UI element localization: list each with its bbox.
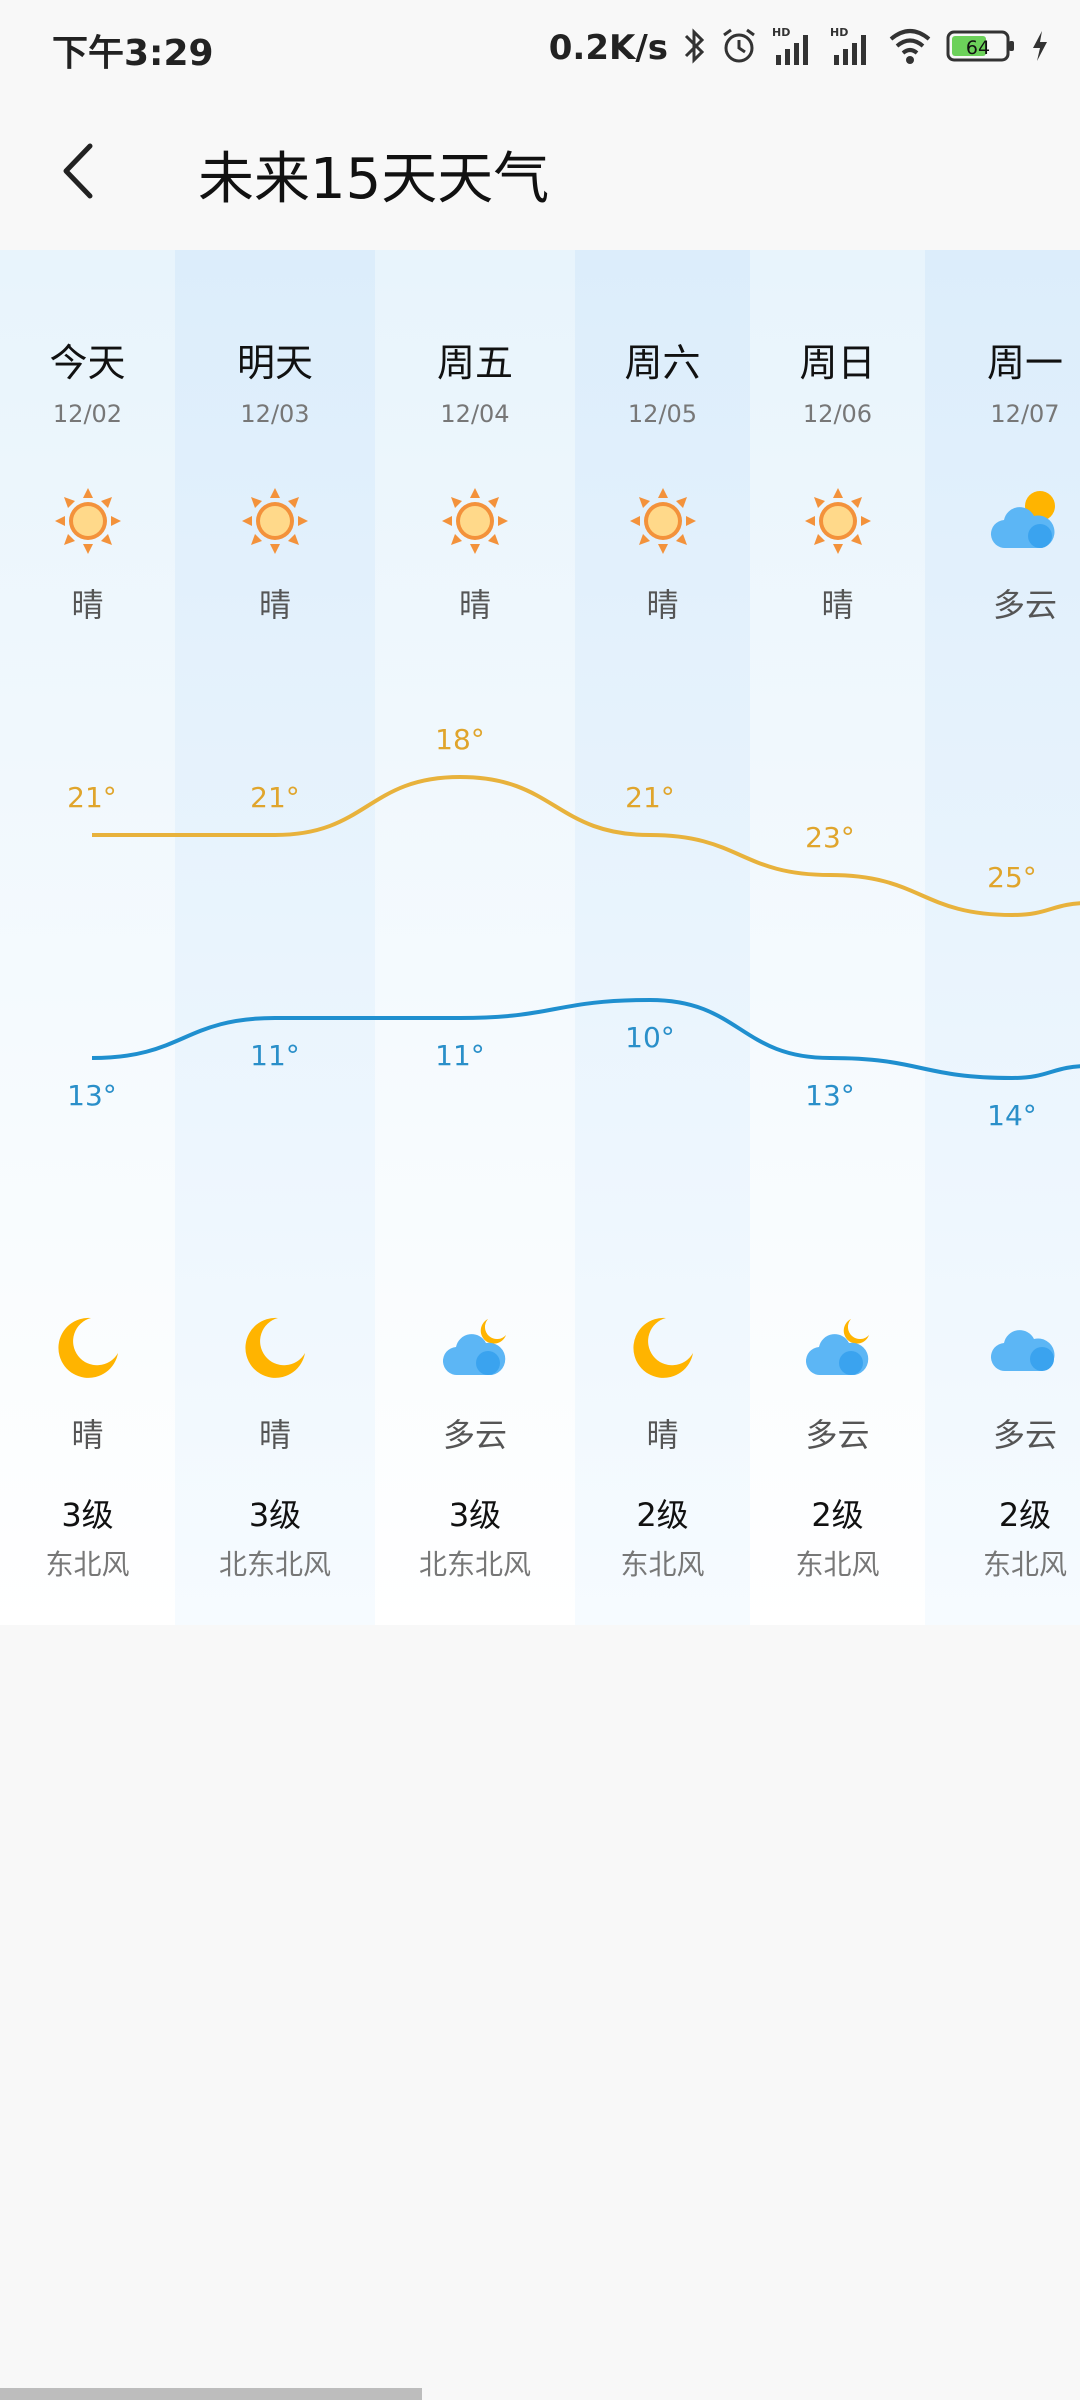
low-temp-line xyxy=(91,997,1080,1081)
page-title: 未来15天天气 xyxy=(198,147,550,212)
signal-hd-icon-1: HD xyxy=(772,25,816,71)
low-temp-label: 11° xyxy=(435,1039,485,1072)
charging-icon xyxy=(1030,29,1050,67)
signal-2-badge: HD xyxy=(830,26,848,39)
low-temp-label: 13° xyxy=(67,1079,117,1112)
low-temp-label: 13° xyxy=(805,1079,855,1112)
back-arrow-icon xyxy=(63,143,93,199)
battery-level: 64 xyxy=(966,37,990,59)
high-temp-label: 21° xyxy=(625,781,675,814)
high-temp-label: 25° xyxy=(987,861,1037,894)
signal-1-badge: HD xyxy=(772,26,790,39)
status-icons: 0.2K/s HD HD 64 xyxy=(549,24,1050,72)
high-temp-label: 21° xyxy=(250,781,300,814)
alarm-icon xyxy=(720,26,758,70)
status-bar: 下午3:29 0.2K/s HD HD 64 xyxy=(0,0,1080,96)
temperature-curves: 21° 13° 21° 11° 18° 11° 21° 10° 23° 13° 25° 14° xyxy=(67,723,1080,1132)
high-temp-label: 23° xyxy=(805,821,855,854)
header: 未来15天天气 xyxy=(0,96,1080,246)
wifi-icon xyxy=(888,27,932,69)
low-temp-label: 10° xyxy=(625,1021,675,1054)
low-temp-label: 14° xyxy=(987,1099,1037,1132)
low-temp-label: 11° xyxy=(250,1039,300,1072)
status-time: 下午3:29 xyxy=(52,33,214,74)
high-temp-line xyxy=(92,774,1080,918)
battery-icon: 64 xyxy=(946,29,1016,67)
horizontal-scroll-indicator xyxy=(0,2388,422,2400)
high-temp-label: 21° xyxy=(67,781,117,814)
forecast-scroll[interactable]: 今天 12/02 晴 晴 3级 东北风 明天 12/03 晴 晴 3级 北东北风 周五 12/04 xyxy=(0,250,1080,1625)
signal-hd-icon-2: HD xyxy=(830,25,874,71)
network-speed: 0.2K/s xyxy=(548,28,668,68)
bluetooth-icon xyxy=(682,26,706,70)
back-button[interactable] xyxy=(50,136,120,206)
high-temp-label: 18° xyxy=(435,723,485,756)
